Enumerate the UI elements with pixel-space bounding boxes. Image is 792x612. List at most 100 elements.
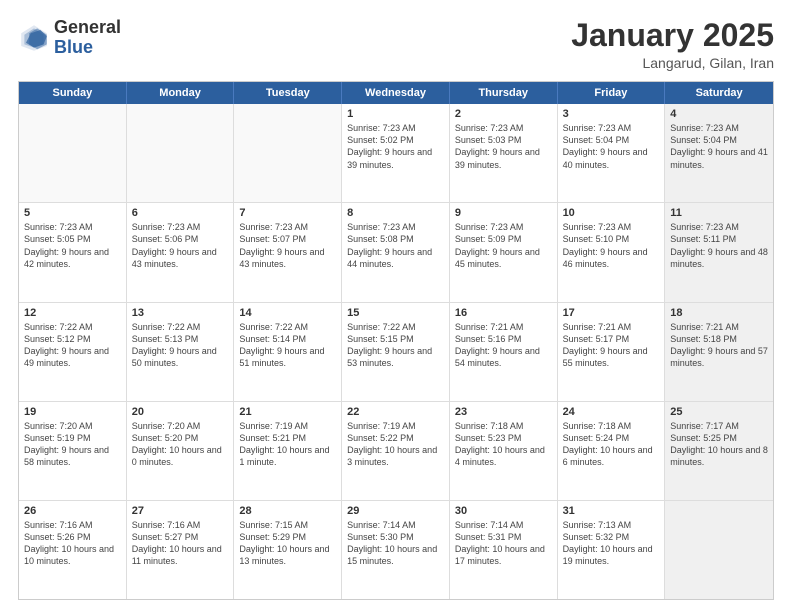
calendar-cell: 10Sunrise: 7:23 AMSunset: 5:10 PMDayligh… bbox=[558, 203, 666, 301]
header: General Blue January 2025 Langarud, Gila… bbox=[18, 18, 774, 71]
day-number: 5 bbox=[24, 207, 121, 219]
header-day-thursday: Thursday bbox=[450, 82, 558, 104]
day-number: 23 bbox=[455, 406, 552, 418]
calendar-header: SundayMondayTuesdayWednesdayThursdayFrid… bbox=[19, 82, 773, 104]
calendar-cell: 3 Sunrise: 7:23 AMSunset: 5:04 PMDaylight… bbox=[558, 104, 666, 202]
calendar-cell: 5 Sunrise: 7:23 AMSunset: 5:05 PMDaylight… bbox=[19, 203, 127, 301]
day-number: 1 bbox=[347, 108, 444, 120]
calendar-cell: 22 Sunrise: 7:19 AMSunset: 5:22 PMDayligh… bbox=[342, 402, 450, 500]
day-number: 16 bbox=[455, 307, 552, 319]
cell-info: Sunrise: 7:23 AMSunset: 5:10 PMDaylight:… bbox=[563, 221, 660, 270]
header-day-tuesday: Tuesday bbox=[234, 82, 342, 104]
cell-info: Sunrise: 7:23 AMSunset: 5:09 PMDaylight:… bbox=[455, 221, 552, 270]
day-number: 28 bbox=[239, 505, 336, 517]
day-number: 15 bbox=[347, 307, 444, 319]
calendar-cell: 20 Sunrise: 7:20 AMSunset: 5:20 PMDayligh… bbox=[127, 402, 235, 500]
day-number: 11 bbox=[670, 207, 768, 219]
calendar-cell: 12 Sunrise: 7:22 AMSunset: 5:12 PMDayligh… bbox=[19, 303, 127, 401]
day-number: 25 bbox=[670, 406, 768, 418]
calendar: SundayMondayTuesdayWednesdayThursdayFrid… bbox=[18, 81, 774, 600]
day-number: 29 bbox=[347, 505, 444, 517]
cell-info: Sunrise: 7:18 AMSunset: 5:23 PMDaylight:… bbox=[455, 420, 552, 469]
cell-info: Sunrise: 7:21 AMSunset: 5:16 PMDaylight:… bbox=[455, 321, 552, 370]
day-number: 19 bbox=[24, 406, 121, 418]
day-number: 9 bbox=[455, 207, 552, 219]
day-number: 26 bbox=[24, 505, 121, 517]
logo-blue-text: Blue bbox=[54, 37, 93, 57]
cell-info: Sunrise: 7:23 AMSunset: 5:11 PMDaylight:… bbox=[670, 221, 768, 270]
day-number: 13 bbox=[132, 307, 229, 319]
calendar-cell bbox=[234, 104, 342, 202]
cell-info: Sunrise: 7:15 AMSunset: 5:29 PMDaylight:… bbox=[239, 519, 336, 568]
calendar-cell: 29Sunrise: 7:14 AMSunset: 5:30 PMDayligh… bbox=[342, 501, 450, 599]
calendar-cell: 21 Sunrise: 7:19 AMSunset: 5:21 PMDayligh… bbox=[234, 402, 342, 500]
day-number: 4 bbox=[670, 108, 768, 120]
cell-info: Sunrise: 7:21 AMSunset: 5:17 PMDaylight:… bbox=[563, 321, 660, 370]
day-number: 20 bbox=[132, 406, 229, 418]
cell-info: Sunrise: 7:14 AMSunset: 5:31 PMDaylight:… bbox=[455, 519, 552, 568]
calendar-row-0: 1 Sunrise: 7:23 AMSunset: 5:02 PMDaylight… bbox=[19, 104, 773, 203]
calendar-cell: 1 Sunrise: 7:23 AMSunset: 5:02 PMDaylight… bbox=[342, 104, 450, 202]
calendar-cell bbox=[19, 104, 127, 202]
day-number: 14 bbox=[239, 307, 336, 319]
calendar-cell: 13 Sunrise: 7:22 AMSunset: 5:13 PMDayligh… bbox=[127, 303, 235, 401]
calendar-cell: 25 Sunrise: 7:17 AMSunset: 5:25 PMDayligh… bbox=[665, 402, 773, 500]
cell-info: Sunrise: 7:16 AMSunset: 5:26 PMDaylight:… bbox=[24, 519, 121, 568]
calendar-cell: 26 Sunrise: 7:16 AMSunset: 5:26 PMDayligh… bbox=[19, 501, 127, 599]
calendar-cell: 7 Sunrise: 7:23 AMSunset: 5:07 PMDaylight… bbox=[234, 203, 342, 301]
cell-info: Sunrise: 7:23 AMSunset: 5:05 PMDaylight:… bbox=[24, 221, 121, 270]
cell-info: Sunrise: 7:20 AMSunset: 5:19 PMDaylight:… bbox=[24, 420, 121, 469]
cell-info: Sunrise: 7:19 AMSunset: 5:22 PMDaylight:… bbox=[347, 420, 444, 469]
calendar-cell bbox=[665, 501, 773, 599]
day-number: 18 bbox=[670, 307, 768, 319]
cell-info: Sunrise: 7:22 AMSunset: 5:12 PMDaylight:… bbox=[24, 321, 121, 370]
calendar-row-1: 5 Sunrise: 7:23 AMSunset: 5:05 PMDaylight… bbox=[19, 203, 773, 302]
calendar-cell: 18 Sunrise: 7:21 AMSunset: 5:18 PMDayligh… bbox=[665, 303, 773, 401]
day-number: 30 bbox=[455, 505, 552, 517]
calendar-cell: 24 Sunrise: 7:18 AMSunset: 5:24 PMDayligh… bbox=[558, 402, 666, 500]
day-number: 8 bbox=[347, 207, 444, 219]
cell-info: Sunrise: 7:22 AMSunset: 5:14 PMDaylight:… bbox=[239, 321, 336, 370]
logo-text: General Blue bbox=[54, 18, 121, 58]
title-block: January 2025 Langarud, Gilan, Iran bbox=[571, 18, 774, 71]
cell-info: Sunrise: 7:13 AMSunset: 5:32 PMDaylight:… bbox=[563, 519, 660, 568]
cell-info: Sunrise: 7:18 AMSunset: 5:24 PMDaylight:… bbox=[563, 420, 660, 469]
day-number: 3 bbox=[563, 108, 660, 120]
day-number: 12 bbox=[24, 307, 121, 319]
calendar-body: 1 Sunrise: 7:23 AMSunset: 5:02 PMDaylight… bbox=[19, 104, 773, 599]
location: Langarud, Gilan, Iran bbox=[571, 55, 774, 71]
logo: General Blue bbox=[18, 18, 121, 58]
calendar-cell: 14 Sunrise: 7:22 AMSunset: 5:14 PMDayligh… bbox=[234, 303, 342, 401]
calendar-cell: 11 Sunrise: 7:23 AMSunset: 5:11 PMDayligh… bbox=[665, 203, 773, 301]
cell-info: Sunrise: 7:23 AMSunset: 5:08 PMDaylight:… bbox=[347, 221, 444, 270]
cell-info: Sunrise: 7:21 AMSunset: 5:18 PMDaylight:… bbox=[670, 321, 768, 370]
calendar-cell: 2 Sunrise: 7:23 AMSunset: 5:03 PMDaylight… bbox=[450, 104, 558, 202]
header-day-friday: Friday bbox=[558, 82, 666, 104]
day-number: 7 bbox=[239, 207, 336, 219]
header-day-wednesday: Wednesday bbox=[342, 82, 450, 104]
cell-info: Sunrise: 7:23 AMSunset: 5:06 PMDaylight:… bbox=[132, 221, 229, 270]
day-number: 2 bbox=[455, 108, 552, 120]
cell-info: Sunrise: 7:19 AMSunset: 5:21 PMDaylight:… bbox=[239, 420, 336, 469]
calendar-cell: 15Sunrise: 7:22 AMSunset: 5:15 PMDayligh… bbox=[342, 303, 450, 401]
calendar-row-2: 12 Sunrise: 7:22 AMSunset: 5:12 PMDayligh… bbox=[19, 303, 773, 402]
cell-info: Sunrise: 7:23 AMSunset: 5:04 PMDaylight:… bbox=[563, 122, 660, 171]
month-title: January 2025 bbox=[571, 18, 774, 53]
header-day-monday: Monday bbox=[127, 82, 235, 104]
cell-info: Sunrise: 7:22 AMSunset: 5:13 PMDaylight:… bbox=[132, 321, 229, 370]
cell-info: Sunrise: 7:16 AMSunset: 5:27 PMDaylight:… bbox=[132, 519, 229, 568]
day-number: 24 bbox=[563, 406, 660, 418]
calendar-cell: 16 Sunrise: 7:21 AMSunset: 5:16 PMDayligh… bbox=[450, 303, 558, 401]
calendar-cell: 6 Sunrise: 7:23 AMSunset: 5:06 PMDaylight… bbox=[127, 203, 235, 301]
day-number: 6 bbox=[132, 207, 229, 219]
cell-info: Sunrise: 7:23 AMSunset: 5:03 PMDaylight:… bbox=[455, 122, 552, 171]
day-number: 21 bbox=[239, 406, 336, 418]
day-number: 22 bbox=[347, 406, 444, 418]
cell-info: Sunrise: 7:23 AMSunset: 5:02 PMDaylight:… bbox=[347, 122, 444, 171]
cell-info: Sunrise: 7:17 AMSunset: 5:25 PMDaylight:… bbox=[670, 420, 768, 469]
header-day-saturday: Saturday bbox=[665, 82, 773, 104]
calendar-row-3: 19 Sunrise: 7:20 AMSunset: 5:19 PMDayligh… bbox=[19, 402, 773, 501]
calendar-cell: 4Sunrise: 7:23 AMSunset: 5:04 PMDaylight… bbox=[665, 104, 773, 202]
cell-info: Sunrise: 7:20 AMSunset: 5:20 PMDaylight:… bbox=[132, 420, 229, 469]
cell-info: Sunrise: 7:23 AMSunset: 5:07 PMDaylight:… bbox=[239, 221, 336, 270]
